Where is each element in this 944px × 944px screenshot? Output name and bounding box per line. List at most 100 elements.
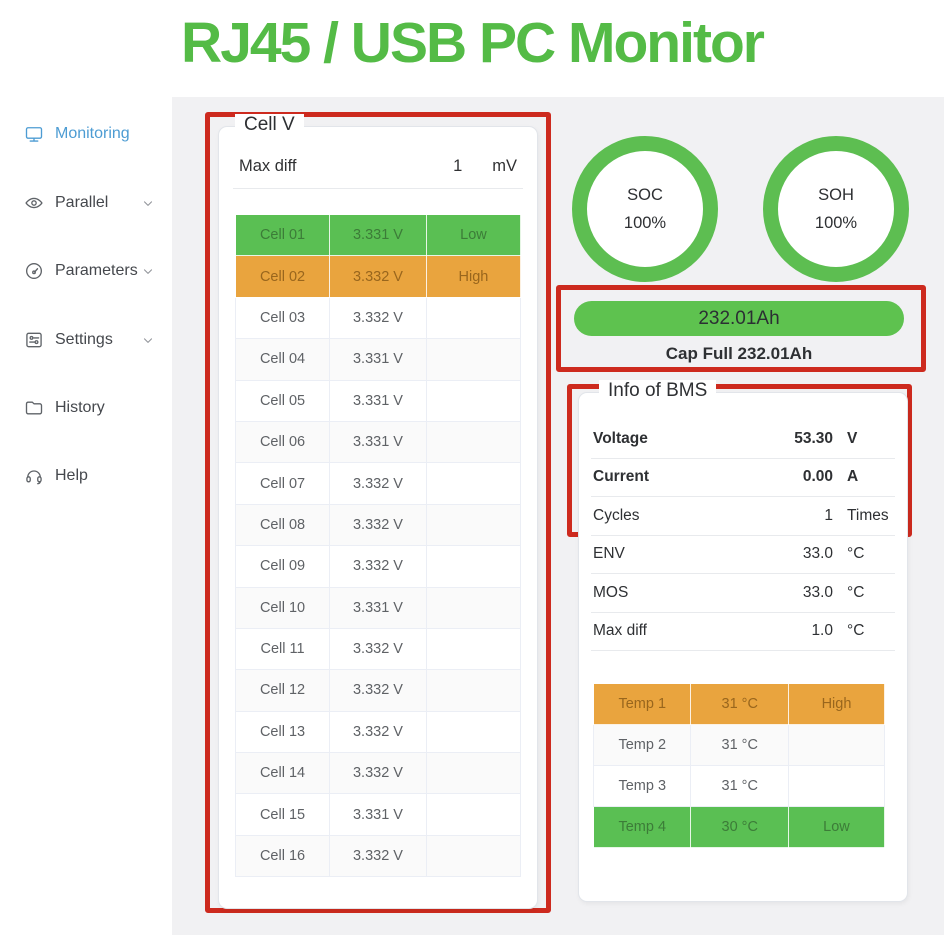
table-row: Cell 063.331 V [236,421,521,462]
table-row: Cell 023.332 VHigh [236,256,521,297]
table-row: Cell 013.331 VLow [236,215,521,256]
table-cell-status [426,421,520,462]
table-row: Cell 133.332 V [236,711,521,752]
table-cell-label: Cell 05 [236,380,330,421]
table-cell-label: Cell 04 [236,339,330,380]
table-cell-label: Cell 07 [236,463,330,504]
table-row: Cell 033.332 V [236,297,521,338]
table-cell-voltage: 3.332 V [330,670,427,711]
table-cell-voltage: 3.331 V [330,339,427,380]
table-cell-voltage: 3.332 V [330,546,427,587]
table-cell-status [426,587,520,628]
sidebar-item-label: Settings [55,331,113,349]
i-value: 53.30 [794,430,833,448]
sidebar-item-label: Help [55,467,88,485]
sidebar-item-label: History [55,399,105,417]
table-cell-voltage: 3.332 V [330,297,427,338]
info-row: MOS33.0 °C [591,574,895,613]
i-unit: A [847,468,893,486]
table-cell-label: Cell 01 [236,215,330,256]
table-row: Cell 113.332 V [236,628,521,669]
i-label: ENV [593,545,803,563]
cell-voltage-panel: Cell V Max diff 1 mV Cell 013.331 VLowCe… [218,126,538,909]
table-cell-label: Cell 16 [236,835,330,876]
table-cell-status [426,339,520,380]
gauge-icon [24,261,44,281]
app-shell: Monitoring Parallel Parameters Settings [0,97,944,935]
settings-icon [24,330,44,350]
bms-info-rows: Voltage53.30VCurrent0.00ACycles1TimesENV… [579,420,907,651]
table-cell-status: Low [426,215,520,256]
table-cell-voltage: 3.332 V [330,753,427,794]
max-diff-unit: mV [492,157,517,176]
table-cell-voltage: 3.331 V [330,421,427,462]
table-cell-value: 31 °C [691,684,788,725]
chevron-down-icon[interactable] [141,264,155,278]
table-cell-label: Temp 2 [594,725,691,766]
table-row: Cell 103.331 V [236,587,521,628]
table-cell-label: Cell 13 [236,711,330,752]
i-unit: °C [847,584,893,602]
sidebar-item-history[interactable]: History [24,395,160,421]
soh-gauge: SOH 100% [763,136,909,282]
table-cell-label: Cell 03 [236,297,330,338]
sidebar-item-parameters[interactable]: Parameters [24,258,160,284]
info-row: Voltage53.30V [591,420,895,459]
table-cell-voltage: 3.331 V [330,794,427,835]
table-cell-status [426,835,520,876]
table-cell-voltage: 3.331 V [330,380,427,421]
table-row: Cell 043.331 V [236,339,521,380]
sidebar-item-monitoring[interactable]: Monitoring [24,121,160,147]
table-row: Temp 231 °C [594,725,885,766]
gauge-label: SOC [627,186,663,205]
sidebar-item-help[interactable]: Help [24,463,160,489]
info-row: Cycles1Times [591,497,895,536]
table-cell-voltage: 3.332 V [330,256,427,297]
i-value: 0.00 [803,468,833,486]
sidebar-item-settings[interactable]: Settings [24,327,160,353]
sidebar-item-parallel[interactable]: Parallel [24,190,160,216]
table-row: Cell 153.331 V [236,794,521,835]
table-cell-label: Cell 06 [236,421,330,462]
table-cell-status [788,725,884,766]
table-cell-status [426,670,520,711]
chevron-down-icon[interactable] [141,333,155,347]
temperature-table: Temp 131 °CHighTemp 231 °CTemp 331 °CTem… [593,683,885,848]
table-cell-status: High [788,684,884,725]
table-cell-label: Cell 10 [236,587,330,628]
i-unit: °C [847,622,893,640]
soc-gauge: SOC 100% [572,136,718,282]
page-title: RJ45 / USB PC Monitor [0,0,944,76]
chevron-down-icon[interactable] [141,196,155,210]
table-cell-voltage: 3.332 V [330,628,427,669]
monitor-icon [24,124,44,144]
i-value: 1 [824,507,833,525]
table-cell-status: High [426,256,520,297]
info-row: ENV33.0°C [591,536,895,575]
table-row: Cell 143.332 V [236,753,521,794]
table-cell-value: 31 °C [691,725,788,766]
table-cell-value: 31 °C [691,766,788,807]
capacity-caption: Cap Full 232.01Ah [574,344,904,364]
i-label: MOS [593,584,803,602]
table-row: Cell 083.332 V [236,504,521,545]
page-header: RJ45 / USB PC Monitor [0,0,944,97]
i-label: Current [593,468,803,486]
sidebar-item-label: Parameters [55,262,138,280]
sidebar: Monitoring Parallel Parameters Settings [0,97,172,935]
info-row: Current0.00 A [591,459,895,498]
table-cell-label: Cell 02 [236,256,330,297]
table-cell-voltage: 3.332 V [330,463,427,504]
table-cell-value: 30 °C [691,807,788,848]
table-cell-label: Cell 08 [236,504,330,545]
panel-legend: Cell V [235,114,304,136]
table-row: Temp 331 °C [594,766,885,807]
gauge-value: 100% [815,214,857,233]
panel-legend: Info of BMS [599,380,716,402]
table-cell-status [426,711,520,752]
i-value: 33.0 [803,584,833,602]
main-content: Cell V Max diff 1 mV Cell 013.331 VLowCe… [172,97,944,935]
table-cell-status [426,463,520,504]
capacity-value: 232.01Ah [698,308,779,330]
i-unit: °C [847,545,893,563]
